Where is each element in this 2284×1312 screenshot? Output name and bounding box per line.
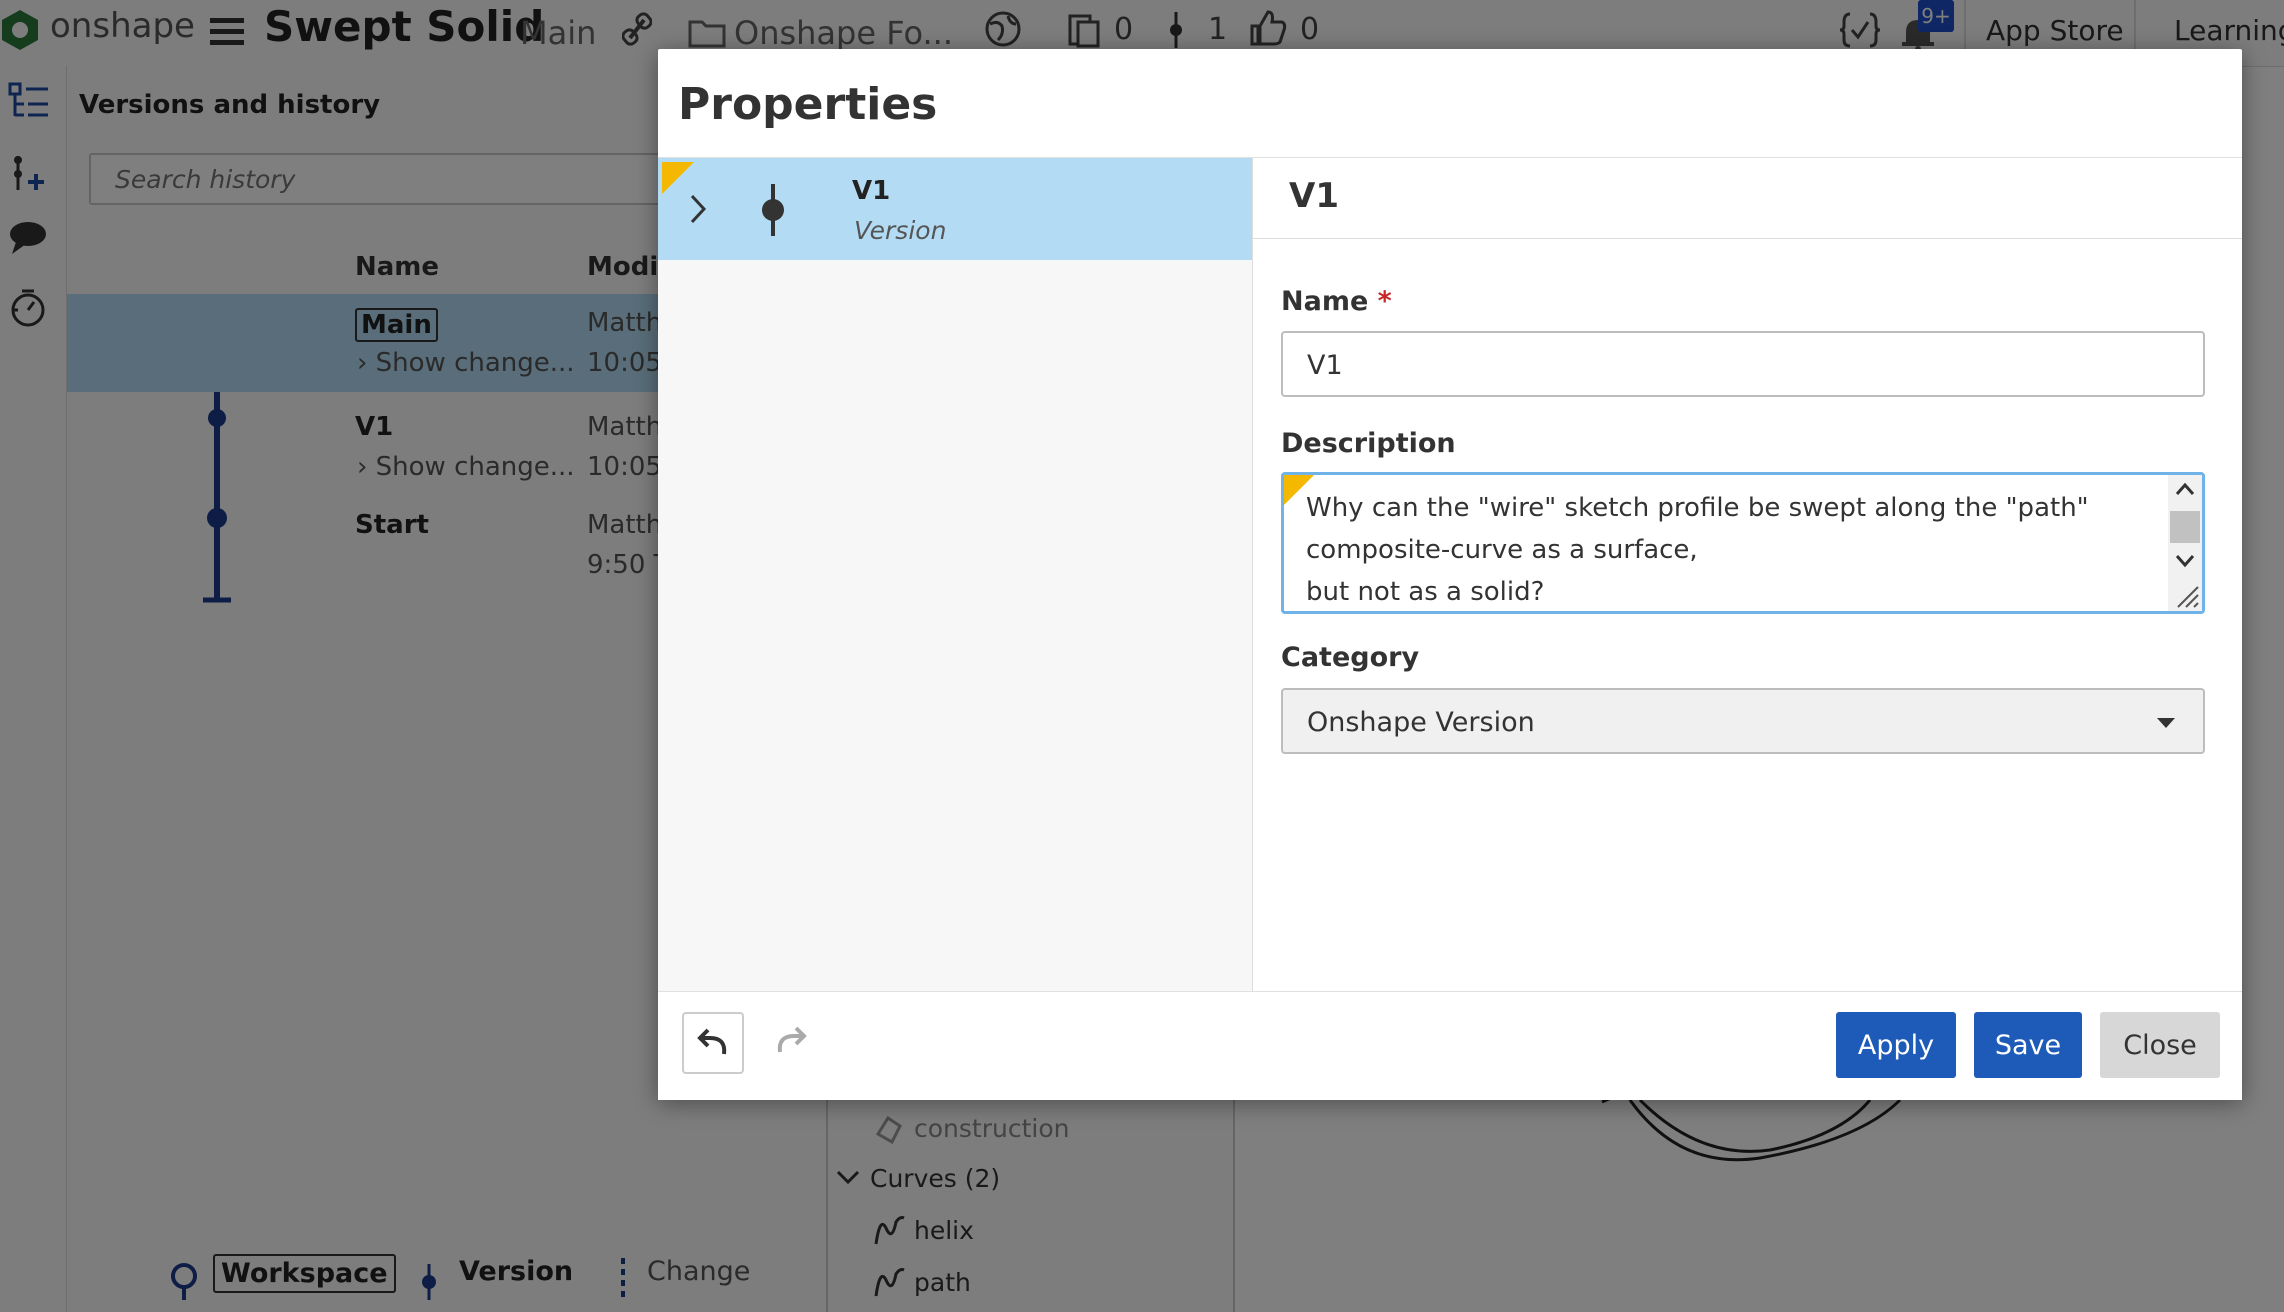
divider [1253, 238, 2242, 239]
panel-title: V1 [1289, 176, 1339, 216]
redo-button[interactable] [762, 1012, 820, 1070]
name-field[interactable]: V1 [1281, 331, 2205, 397]
name-label-text: Name [1281, 286, 1369, 317]
undo-icon [697, 1028, 727, 1055]
dialog-properties-form: V1 Name * V1 Description Why can the "wi… [1253, 157, 2242, 992]
close-button[interactable]: Close [2100, 1012, 2220, 1078]
undo-button[interactable] [682, 1012, 744, 1074]
properties-dialog: Properties V1 Version V1 Name * V1 Descr… [658, 49, 2242, 1100]
dialog-item-list: V1 Version [658, 157, 1253, 992]
scroll-thumb[interactable] [2170, 511, 2200, 543]
category-value: Onshape Version [1307, 707, 1535, 738]
save-button[interactable]: Save [1974, 1012, 2082, 1078]
dialog-title: Properties [678, 79, 938, 130]
chevron-right-icon[interactable] [686, 192, 710, 226]
version-icon [762, 184, 784, 236]
scroll-down-icon[interactable] [2174, 553, 2196, 569]
dialog-footer: Apply Save Close [658, 991, 2242, 1100]
redo-icon [777, 1026, 807, 1053]
description-textarea[interactable]: Why can the "wire" sketch profile be swe… [1281, 472, 2205, 614]
category-label: Category [1281, 642, 1420, 673]
description-label: Description [1281, 428, 1456, 459]
scroll-up-icon[interactable] [2174, 481, 2196, 497]
category-select[interactable]: Onshape Version [1281, 688, 2205, 754]
list-item-v1[interactable]: V1 Version [658, 158, 1252, 260]
name-value: V1 [1307, 350, 1343, 381]
warning-flag-icon [662, 162, 694, 194]
textarea-scrollbar[interactable] [2168, 475, 2202, 611]
name-label: Name * [1281, 286, 1392, 317]
description-text: Why can the "wire" sketch profile be swe… [1306, 493, 2089, 607]
resize-handle-icon[interactable] [2174, 583, 2200, 609]
apply-button[interactable]: Apply [1836, 1012, 1956, 1078]
list-item-type: Version [854, 216, 947, 245]
required-mark: * [1377, 286, 1392, 317]
list-item-name: V1 [852, 176, 891, 206]
dropdown-arrow-icon[interactable] [2155, 716, 2177, 730]
